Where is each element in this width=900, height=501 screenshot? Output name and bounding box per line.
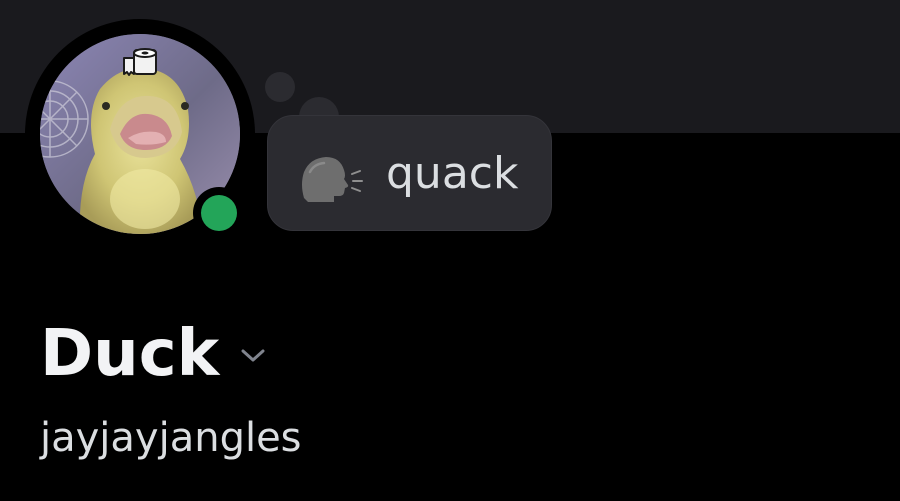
chevron-down-icon[interactable] [239,345,267,365]
custom-status-bubble[interactable]: quack [267,115,552,231]
toilet-paper-icon [118,44,162,80]
online-status-indicator [201,195,237,231]
custom-status-text: quack [386,148,519,199]
status-bubble-tail-small [265,72,295,102]
display-name: Duck [40,317,220,391]
username: jayjayjangles [40,415,302,461]
display-name-row[interactable]: Duck [40,314,267,394]
speaking-head-emoji-icon [298,152,364,204]
